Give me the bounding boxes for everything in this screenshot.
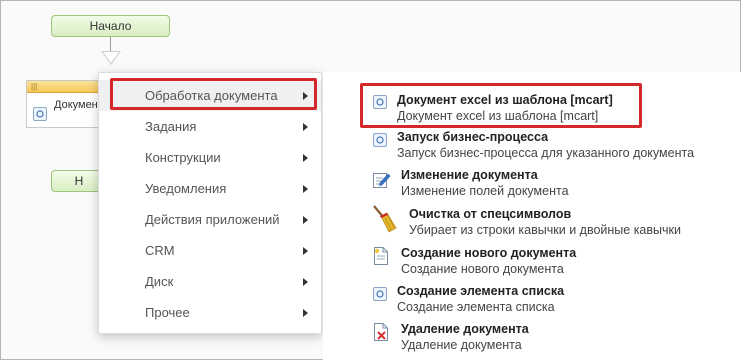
menu-item-disk[interactable]: Диск [99, 266, 321, 297]
broom-icon [369, 204, 399, 239]
menu-item-label: Прочее [145, 305, 190, 320]
menu-item-constructions[interactable]: Конструкции [99, 142, 321, 173]
chevron-right-icon [303, 216, 308, 224]
submenu-item-title: Запуск бизнес-процесса [397, 130, 549, 144]
document-gear-icon [33, 107, 47, 126]
document-gear-icon [373, 133, 387, 152]
menu-item-app-actions[interactable]: Действия приложений [99, 204, 321, 235]
submenu-item-create-list-element[interactable]: Создание элемента списка Создание элемен… [397, 283, 564, 315]
submenu-item-title: Очистка от спецсимволов [409, 207, 572, 221]
submenu-item-title: Документ excel из шаблона [mcart] [397, 93, 613, 107]
menu-item-label: Уведомления [145, 181, 227, 196]
menu-item-document-processing[interactable]: Обработка документа [99, 80, 321, 111]
chevron-right-icon [303, 185, 308, 193]
menu-item-label: Конструкции [145, 150, 221, 165]
submenu-item-delete-document[interactable]: Удаление документа Удаление документа [401, 321, 529, 353]
submenu-item-title: Создание нового документа [401, 246, 577, 260]
submenu-item-edit-document[interactable]: Изменение документа Изменение полей доку… [401, 167, 569, 199]
submenu-item-title: Изменение документа [401, 168, 538, 182]
submenu-item-desc: Убирает из строки кавычки и двойные кавы… [409, 223, 681, 237]
menu-item-notifications[interactable]: Уведомления [99, 173, 321, 204]
submenu-item-strip-special-chars[interactable]: Очистка от спецсимволов Убирает из строк… [409, 206, 681, 238]
chevron-right-icon [303, 123, 308, 131]
chevron-right-icon [303, 154, 308, 162]
menu-item-label: Диск [145, 274, 174, 289]
submenu-item-desc: Изменение полей документа [401, 184, 569, 198]
chevron-right-icon [303, 309, 308, 317]
connector-line [110, 37, 111, 51]
submenu-item-desc: Создание элемента списка [397, 300, 555, 314]
delete-document-icon [373, 323, 389, 346]
submenu-item-create-document[interactable]: Создание нового документа Создание новог… [401, 245, 576, 277]
menu-item-crm[interactable]: CRM [99, 235, 321, 266]
submenu-item-desc: Удаление документа [401, 338, 522, 352]
menu-item-other[interactable]: Прочее [99, 297, 321, 328]
new-document-icon [373, 247, 389, 270]
document-gear-icon [373, 287, 387, 306]
submenu-item-title: Удаление документа [401, 322, 529, 336]
chevron-right-icon [303, 278, 308, 286]
chevron-right-icon [303, 92, 308, 100]
menu-item-label: Задания [145, 119, 197, 134]
document-gear-icon [373, 95, 387, 114]
chevron-right-icon [303, 247, 308, 255]
menu-item-label: Действия приложений [145, 212, 280, 227]
start-node[interactable]: Начало [51, 15, 170, 37]
submenu-item-desc: Запуск бизнес-процесса для указанного до… [397, 146, 695, 160]
submenu-item-title: Создание элемента списка [397, 284, 565, 298]
activity-category-menu: Обработка документа Задания Конструкции … [98, 72, 322, 334]
drop-target-arrow-icon[interactable] [101, 51, 121, 65]
edit-document-icon [373, 171, 391, 194]
submenu-item-desc: Создание нового документа [401, 262, 564, 276]
menu-item-tasks[interactable]: Задания [99, 111, 321, 142]
menu-item-label: Обработка документа [145, 88, 278, 103]
menu-item-label: CRM [145, 243, 175, 258]
submenu-item-excel-from-template[interactable]: Документ excel из шаблона [mcart] Докуме… [397, 92, 613, 124]
submenu-item-desc: Документ excel из шаблона [mcart] [397, 109, 599, 123]
submenu-item-start-business-process[interactable]: Запуск бизнес-процесса Запуск бизнес-про… [397, 129, 694, 161]
workflow-designer: Начало ||| Документ excel из шаблона Н О… [0, 0, 741, 360]
